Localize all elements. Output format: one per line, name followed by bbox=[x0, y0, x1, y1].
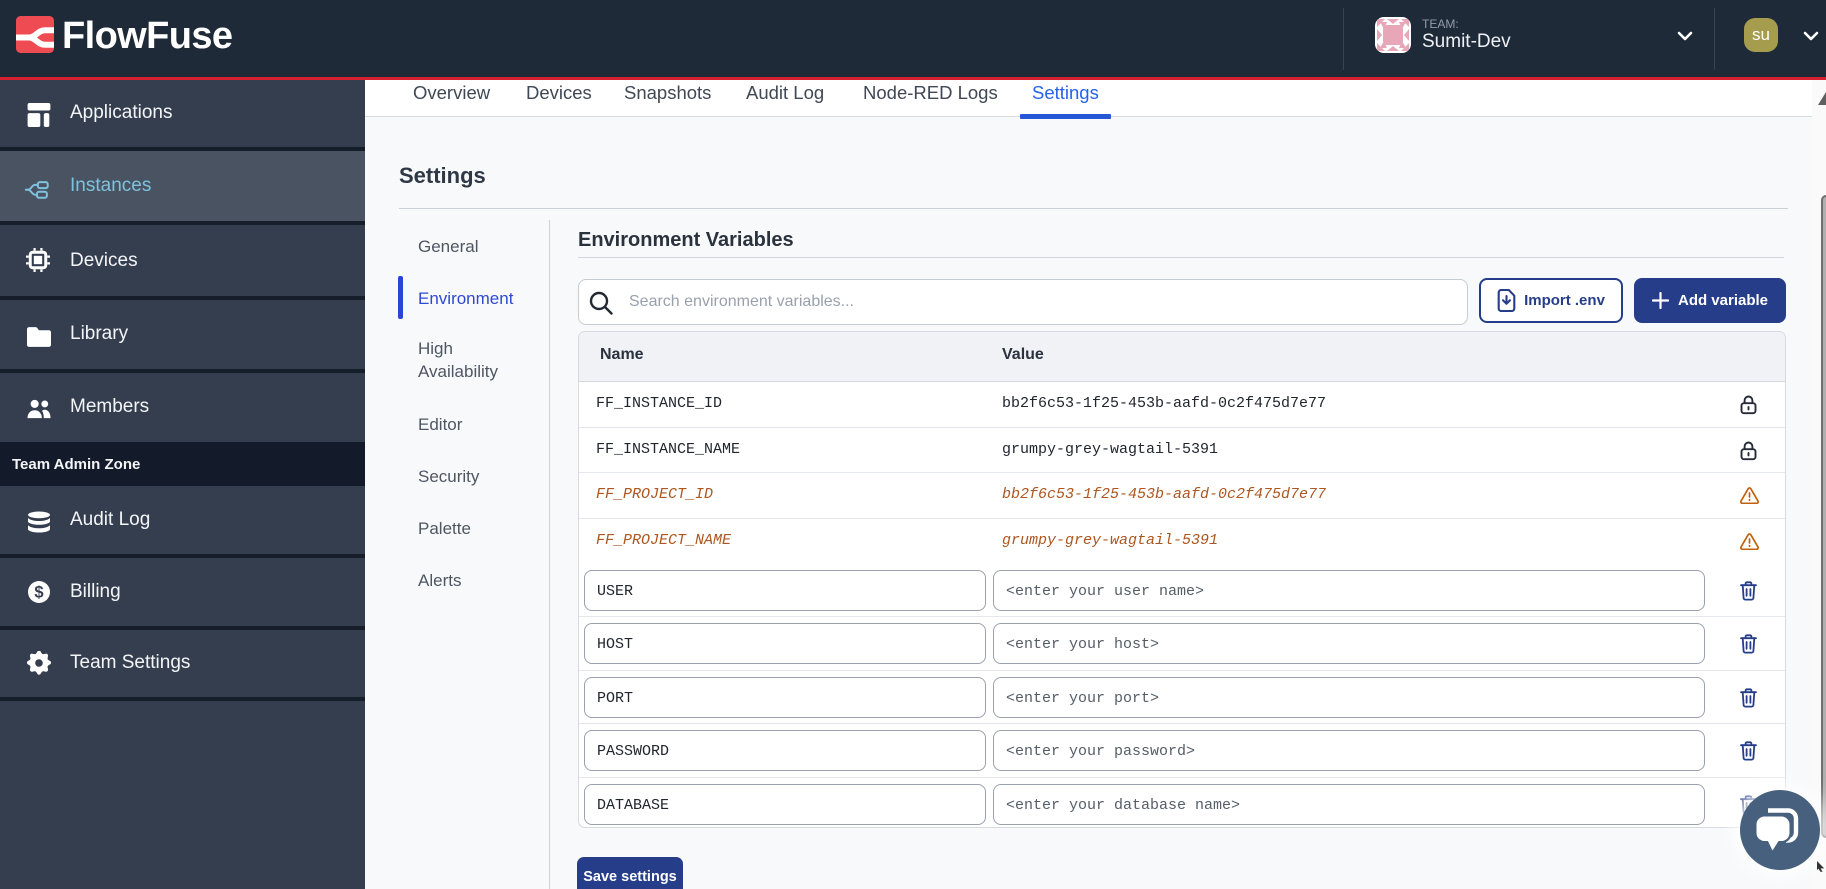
svg-text:$: $ bbox=[34, 584, 43, 602]
